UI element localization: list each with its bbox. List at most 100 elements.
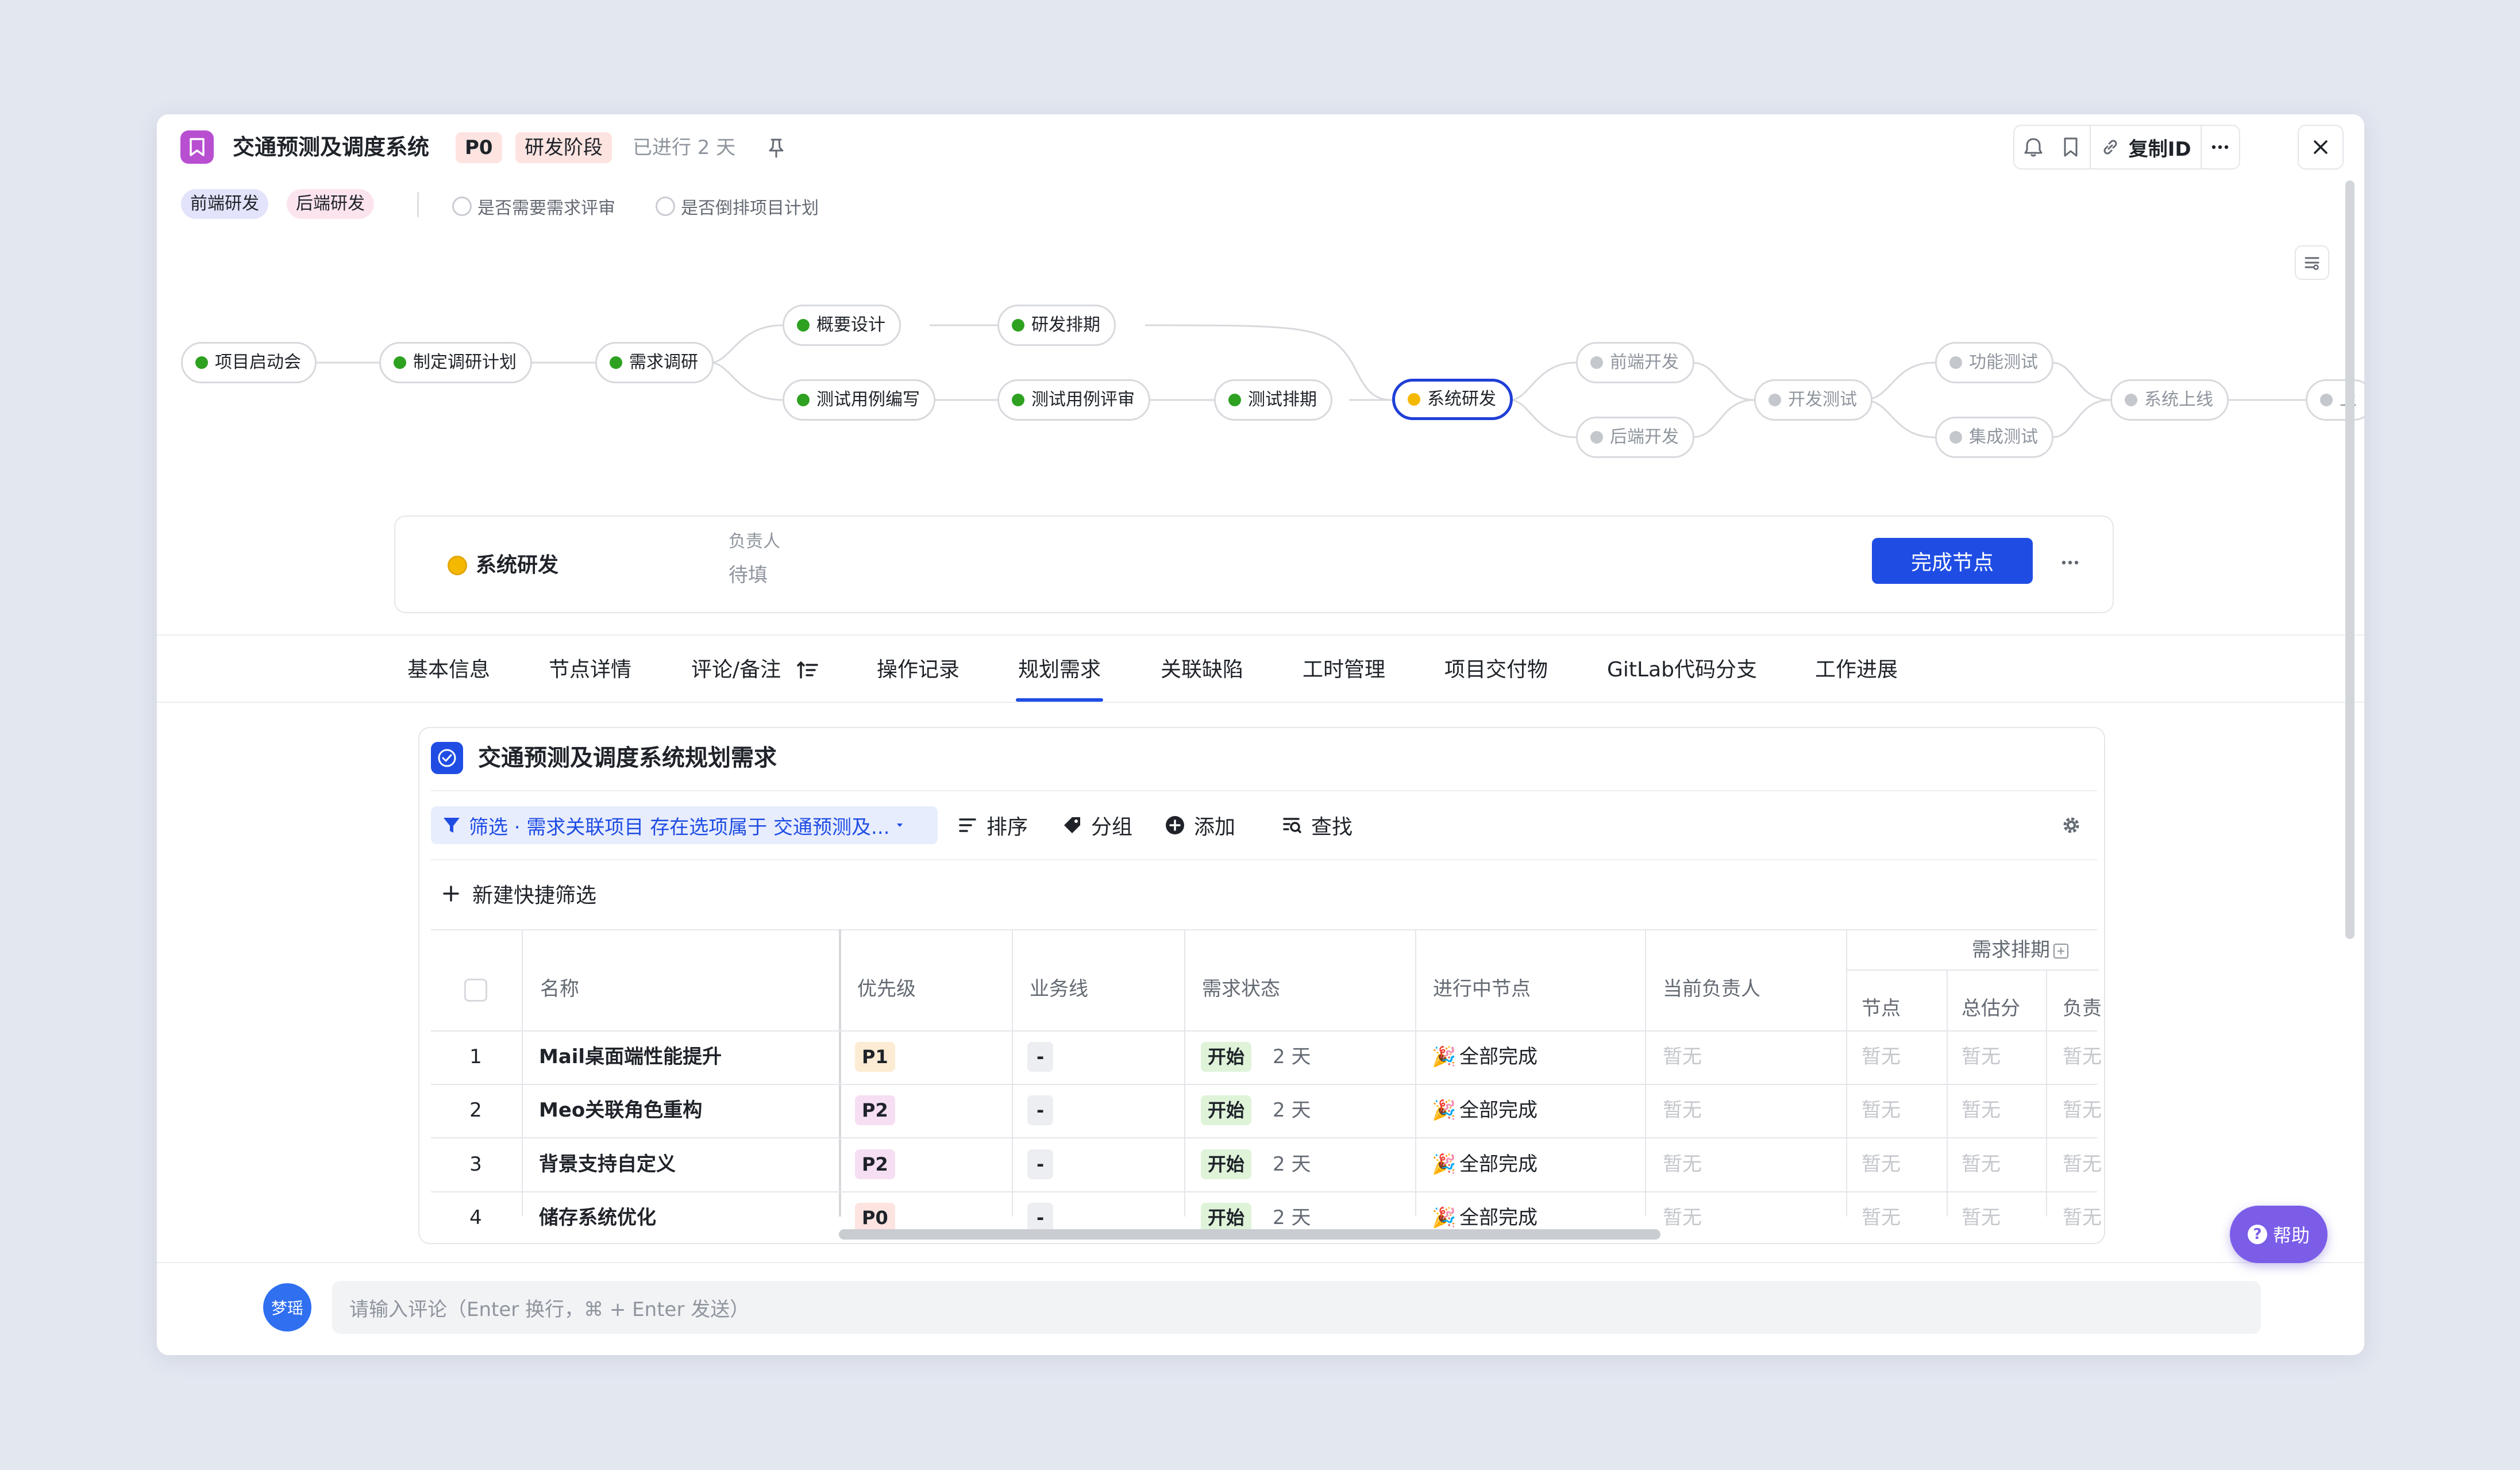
schedule-node-value[interactable]: 暂无 [1862, 1043, 1901, 1071]
radio-circle[interactable] [656, 197, 675, 216]
new-quick-filter-button[interactable]: 新建快捷筛选 [441, 876, 596, 911]
owner-field[interactable]: 待填 [729, 559, 768, 587]
flow-node-be-dev[interactable]: 后端开发 [1576, 417, 1694, 458]
comment-input[interactable]: 请输入评论（Enter 换行，⌘ + Enter 发送） [332, 1281, 2261, 1334]
avatar[interactable]: 梦瑶 [263, 1283, 311, 1332]
flow-node-research-plan[interactable]: 制定调研计划 [379, 342, 532, 383]
view-settings-button[interactable] [2295, 245, 2329, 280]
tab-related-defects[interactable]: 关联缺陷 [1161, 656, 1243, 684]
column-header-in-progress-node[interactable]: 进行中节点 [1433, 975, 1531, 1003]
status-badge[interactable]: 开始 [1201, 1042, 1252, 1072]
tab-comments[interactable]: 评论/备注 [691, 656, 781, 684]
find-button[interactable]: 查找 [1281, 806, 1353, 844]
assignee-value[interactable]: 暂无 [2063, 1043, 2102, 1071]
flow-node-dev-test[interactable]: 开发测试 [1754, 379, 1872, 421]
schedule-node-value[interactable]: 暂无 [1862, 1204, 1901, 1232]
owner-value[interactable]: 暂无 [1663, 1204, 1702, 1232]
pin-icon[interactable] [765, 136, 788, 159]
business-line-value[interactable]: - [1027, 1095, 1054, 1125]
status-badge[interactable]: 开始 [1201, 1203, 1252, 1233]
select-all-checkbox[interactable] [464, 979, 487, 1002]
radio-circle[interactable] [452, 197, 472, 216]
owner-value[interactable]: 暂无 [1663, 1150, 1702, 1178]
priority-badge[interactable]: P2 [855, 1095, 895, 1125]
flow-node-testcase-write[interactable]: 测试用例编写 [783, 379, 935, 421]
tab-work-progress[interactable]: 工作进展 [1815, 656, 1898, 684]
requirement-name[interactable]: 背景支持自定义 [539, 1150, 676, 1178]
close-button[interactable] [2298, 125, 2344, 170]
requirement-name[interactable]: 储存系统优化 [539, 1204, 656, 1232]
business-line-value[interactable]: - [1027, 1149, 1054, 1179]
flow-node-next[interactable]: 上 [2306, 379, 2364, 421]
status-badge[interactable]: 开始 [1201, 1095, 1252, 1125]
column-header-owner[interactable]: 当前负责人 [1663, 975, 1760, 1003]
vertical-scrollbar[interactable] [2345, 180, 2355, 939]
tab-basic-info[interactable]: 基本信息 [407, 656, 490, 684]
flow-node-sys-dev[interactable]: 系统研发 [1392, 379, 1513, 420]
complete-node-button[interactable]: 完成节点 [1872, 538, 2033, 584]
owner-value[interactable]: 暂无 [1663, 1096, 1702, 1124]
stage-tag[interactable]: 研发阶段 [515, 132, 612, 163]
help-button[interactable]: ? 帮助 [2230, 1206, 2328, 1263]
assignee-value[interactable]: 暂无 [2063, 1204, 2102, 1232]
schedule-node-value[interactable]: 暂无 [1862, 1150, 1901, 1178]
copy-id-button[interactable]: 复制ID [2089, 126, 2202, 168]
table-settings-button[interactable] [2057, 811, 2086, 840]
tab-work-hours[interactable]: 工时管理 [1303, 656, 1385, 684]
priority-badge[interactable]: P0 [855, 1203, 895, 1233]
horizontal-scrollbar[interactable] [839, 1229, 1660, 1240]
more-button[interactable] [2202, 126, 2239, 168]
tab-activity-log[interactable]: 操作记录 [877, 656, 960, 684]
column-header-business-line[interactable]: 业务线 [1030, 975, 1088, 1003]
tab-deliverables[interactable]: 项目交付物 [1444, 656, 1548, 684]
column-header-total-estimate[interactable]: 总估分 [1962, 995, 2020, 1022]
option-need-review[interactable]: 是否需要需求评审 [452, 194, 615, 219]
sort-button[interactable]: 排序 [957, 806, 1028, 844]
column-header-name[interactable]: 名称 [540, 975, 579, 1003]
business-line-value[interactable]: - [1027, 1042, 1054, 1072]
estimate-value[interactable]: 暂无 [1962, 1204, 2001, 1232]
flow-node-kickoff[interactable]: 项目启动会 [181, 342, 317, 383]
group-button[interactable]: 分组 [1061, 806, 1132, 844]
estimate-value[interactable]: 暂无 [1962, 1043, 2001, 1071]
assignee-value[interactable]: 暂无 [2063, 1150, 2102, 1178]
priority-tag[interactable]: P0 [456, 132, 502, 163]
flow-node-req-research[interactable]: 需求调研 [595, 342, 714, 383]
tag-backend[interactable]: 后端研发 [287, 189, 374, 219]
flow-node-outline-design[interactable]: 概要设计 [783, 305, 901, 346]
estimate-value[interactable]: 暂无 [1962, 1150, 2001, 1178]
flow-node-test-schedule[interactable]: 测试排期 [1214, 379, 1332, 421]
subscribe-button[interactable] [2014, 126, 2052, 168]
priority-badge[interactable]: P1 [855, 1042, 895, 1072]
business-line-value[interactable]: - [1027, 1203, 1054, 1233]
status-badge[interactable]: 开始 [1201, 1149, 1252, 1179]
bookmark-button[interactable] [2052, 126, 2089, 168]
column-header-assignee[interactable]: 负责 [2063, 995, 2102, 1022]
column-header-status[interactable]: 需求状态 [1202, 975, 1280, 1003]
flow-node-fe-dev[interactable]: 前端开发 [1576, 342, 1694, 383]
flow-node-dev-schedule[interactable]: 研发排期 [997, 305, 1116, 346]
filter-chip[interactable]: 筛选 · 需求关联项目 存在选项属于 交通预测及... [431, 806, 938, 844]
owner-value[interactable]: 暂无 [1663, 1043, 1702, 1071]
sort-order-icon[interactable] [796, 660, 819, 683]
column-header-priority[interactable]: 优先级 [857, 975, 916, 1003]
option-reverse-plan[interactable]: 是否倒排项目计划 [656, 194, 819, 219]
node-more-button[interactable] [2053, 545, 2087, 580]
add-button[interactable]: 添加 [1164, 806, 1235, 844]
schedule-node-value[interactable]: 暂无 [1862, 1096, 1901, 1124]
tab-node-details[interactable]: 节点详情 [549, 656, 631, 684]
flow-node-go-live[interactable]: 系统上线 [2110, 379, 2229, 421]
requirement-name[interactable]: Mail桌面端性能提升 [539, 1043, 722, 1071]
requirement-name[interactable]: Meo关联角色重构 [539, 1096, 702, 1124]
flow-node-testcase-review[interactable]: 测试用例评审 [997, 379, 1150, 421]
priority-badge[interactable]: P2 [855, 1149, 895, 1179]
tab-gitlab-branches[interactable]: GitLab代码分支 [1607, 656, 1757, 684]
flow-node-integ-test[interactable]: 集成测试 [1935, 417, 2053, 458]
column-header-node[interactable]: 节点 [1862, 995, 1901, 1022]
tab-planned-requirements[interactable]: 规划需求 [1018, 656, 1101, 684]
tag-frontend[interactable]: 前端研发 [181, 189, 268, 219]
assignee-value[interactable]: 暂无 [2063, 1096, 2102, 1124]
expand-icon[interactable] [2053, 943, 2068, 959]
column-group-header-schedule[interactable]: 需求排期 [1972, 936, 2068, 964]
estimate-value[interactable]: 暂无 [1962, 1096, 2001, 1124]
